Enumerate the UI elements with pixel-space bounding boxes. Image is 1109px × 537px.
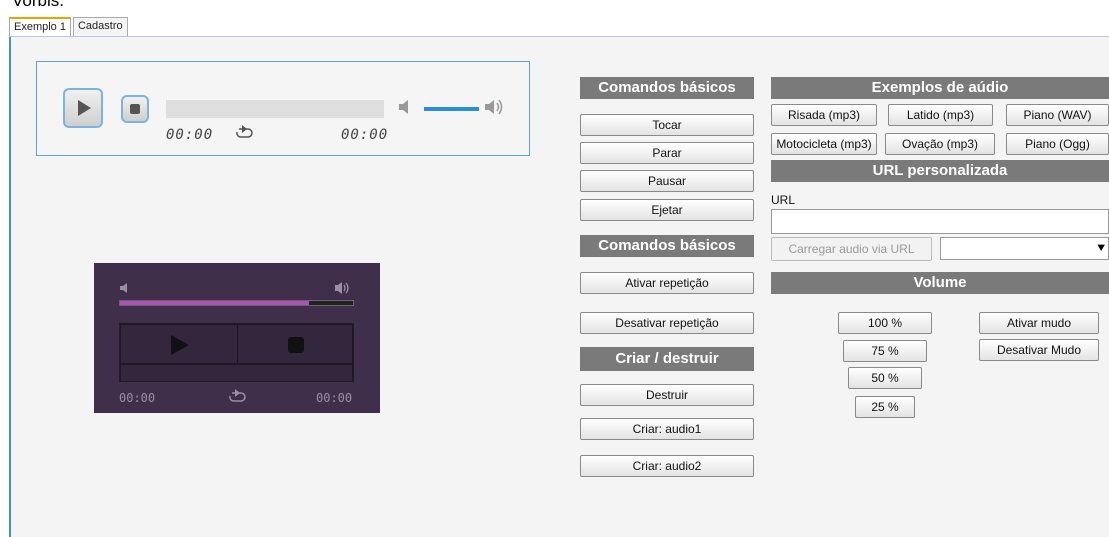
stop-button[interactable] bbox=[237, 324, 353, 364]
custom-url-header: URL personalizada bbox=[771, 160, 1109, 182]
play-button[interactable] bbox=[63, 88, 103, 128]
total-time: 00:00 bbox=[316, 391, 353, 405]
volume-50-button[interactable]: 50 % bbox=[848, 367, 922, 389]
volume-header: Volume bbox=[771, 272, 1109, 294]
stop-icon bbox=[130, 104, 140, 114]
volume-low-icon[interactable] bbox=[119, 281, 131, 295]
enable-repeat-button[interactable]: Ativar repetição bbox=[580, 272, 754, 294]
eject-command-button[interactable]: Ejetar bbox=[580, 199, 754, 221]
volume-high-icon[interactable] bbox=[483, 97, 505, 117]
example-ovacao-button[interactable]: Ovação (mp3) bbox=[885, 133, 995, 155]
current-time: 00:00 bbox=[166, 127, 214, 143]
volume-low-icon[interactable] bbox=[397, 98, 413, 116]
progress-bar[interactable] bbox=[119, 300, 354, 306]
example-motocicleta-button[interactable]: Motocicleta (mp3) bbox=[771, 133, 877, 155]
audio-player-light: 00:00 00:00 bbox=[36, 61, 530, 156]
pause-command-button[interactable]: Pausar bbox=[580, 170, 754, 192]
play-button[interactable] bbox=[120, 324, 238, 364]
chevron-down-icon: ⯆ bbox=[1096, 241, 1106, 255]
example-risada-button[interactable]: Risada (mp3) bbox=[771, 104, 877, 126]
total-time: 00:00 bbox=[341, 127, 389, 143]
volume-slider[interactable] bbox=[424, 107, 479, 111]
loop-icon[interactable] bbox=[233, 124, 255, 142]
page-title-fragment: Vorbis. bbox=[12, 0, 64, 10]
url-label: URL bbox=[771, 193, 796, 207]
mute-off-button[interactable]: Desativar Mudo bbox=[979, 339, 1099, 361]
volume-25-button[interactable]: 25 % bbox=[855, 396, 915, 418]
create-audio2-button[interactable]: Criar: audio2 bbox=[580, 455, 754, 477]
load-url-button[interactable]: Carregar audio via URL bbox=[771, 237, 932, 261]
url-select[interactable]: ⯆ bbox=[940, 237, 1109, 260]
url-input[interactable] bbox=[771, 209, 1109, 234]
progress-track[interactable] bbox=[166, 100, 384, 118]
play-icon bbox=[171, 335, 189, 355]
audio-examples-header: Exemplos de aúdio bbox=[771, 77, 1109, 99]
progress-fill bbox=[120, 301, 309, 305]
destroy-button[interactable]: Destruir bbox=[580, 384, 754, 406]
stop-icon bbox=[288, 337, 304, 353]
tab-exemplo-1[interactable]: Exemplo 1 bbox=[9, 17, 71, 37]
create-destroy-header: Criar / destruir bbox=[580, 347, 754, 371]
disable-repeat-button[interactable]: Desativar repetição bbox=[580, 312, 754, 334]
volume-100-button[interactable]: 100 % bbox=[838, 312, 932, 334]
play-icon bbox=[78, 100, 91, 116]
loop-icon[interactable] bbox=[226, 388, 248, 406]
dark-controls bbox=[119, 323, 354, 382]
mute-on-button[interactable]: Ativar mudo bbox=[979, 312, 1099, 334]
stop-button[interactable] bbox=[121, 95, 149, 123]
basic-commands-header-2: Comandos básicos bbox=[580, 235, 754, 257]
create-audio1-button[interactable]: Criar: audio1 bbox=[580, 418, 754, 440]
tab-cadastro[interactable]: Cadastro bbox=[72, 17, 128, 36]
tab-bar: Exemplo 1 Cadastro bbox=[9, 17, 130, 37]
stop-command-button[interactable]: Parar bbox=[580, 142, 754, 164]
audio-player-dark: 00:00 00:00 bbox=[94, 263, 380, 413]
basic-commands-header: Comandos básicos bbox=[580, 77, 754, 99]
current-time: 00:00 bbox=[119, 391, 156, 405]
volume-75-button[interactable]: 75 % bbox=[843, 340, 927, 362]
example-latido-button[interactable]: Latido (mp3) bbox=[888, 104, 993, 126]
play-command-button[interactable]: Tocar bbox=[580, 114, 754, 136]
example-piano-ogg-button[interactable]: Piano (Ogg) bbox=[1006, 133, 1109, 155]
dark-controls-footer bbox=[120, 364, 353, 382]
volume-high-icon[interactable] bbox=[334, 280, 352, 296]
example-piano-wav-button[interactable]: Piano (WAV) bbox=[1006, 104, 1109, 126]
